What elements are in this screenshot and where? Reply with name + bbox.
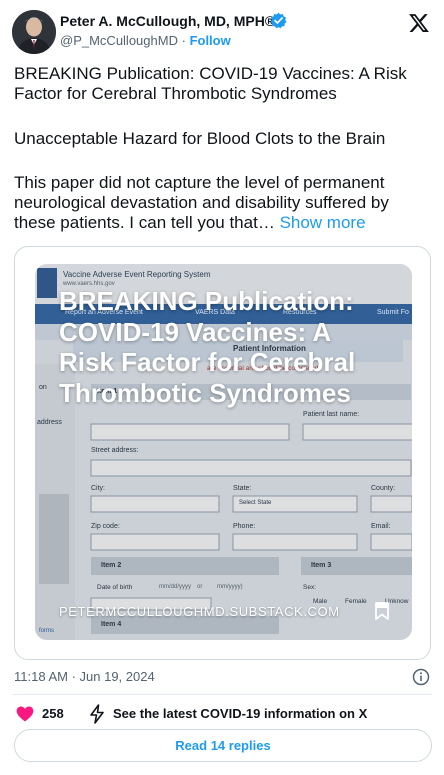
link-card-image: Vaccine Adverse Event Reporting System w…	[35, 264, 412, 640]
vaers-email-label: Email:	[371, 523, 391, 530]
show-more-link[interactable]: Show more	[280, 213, 366, 232]
vaers-side-label: address	[37, 419, 62, 426]
author-handle-row: @P_McCulloughMD · Follow	[60, 33, 231, 48]
tweet-text-subheadline: Unacceptable Hazard for Blood Clots to t…	[14, 129, 386, 148]
vaers-dob-or: or	[197, 584, 203, 590]
like-count[interactable]: 258	[42, 706, 64, 721]
tweet-text-body: This paper did not capture the level of …	[14, 173, 434, 233]
vaers-county-label: County:	[371, 485, 396, 492]
vaers-sex-label: Sex:	[303, 584, 317, 591]
card-domain: PETERMCCULLOUGHMD.SUBSTACK.COM	[59, 604, 340, 619]
vaers-dob-format-2: mm/yyyy)	[217, 584, 243, 590]
vaers-zip-label: Zip code:	[91, 523, 120, 530]
lightning-bolt-icon[interactable]	[88, 704, 106, 724]
heart-icon[interactable]	[15, 704, 35, 724]
divider	[12, 694, 432, 695]
follow-button[interactable]: Follow	[190, 33, 231, 48]
info-icon[interactable]	[412, 668, 430, 686]
vaers-state-select: Select State	[239, 500, 272, 506]
vaers-dob-format: mm/dd/yyyy	[159, 584, 192, 590]
tweet-text-headline: BREAKING Publication: COVID-19 Vaccines:…	[14, 64, 407, 103]
vaers-state-label: State:	[233, 485, 252, 492]
bookmark-icon	[375, 602, 389, 620]
x-logo-icon[interactable]	[408, 12, 430, 34]
vaers-item-2: Item 2	[101, 562, 122, 569]
author-name[interactable]: Peter A. McCullough, MD, MPH®	[60, 13, 275, 29]
covid-info-link[interactable]: See the latest COVID-19 information on X	[113, 706, 367, 721]
vaers-item-3: Item 3	[311, 562, 332, 569]
vaers-dob-label: Date of birth	[97, 584, 133, 591]
vaers-city-label: City:	[91, 485, 105, 492]
tweet-timestamp[interactable]: 11:18 AM · Jun 19, 2024	[14, 669, 155, 684]
handle-separator: ·	[181, 33, 186, 48]
card-overlay-title: BREAKING Publication: COVID-19 Vaccines:…	[59, 286, 356, 408]
vaers-phone-label: Phone:	[233, 523, 256, 530]
vaers-site-title: Vaccine Adverse Event Reporting System	[63, 270, 211, 279]
vaers-last-name-label: Patient last name:	[303, 411, 360, 418]
vaers-sex-female: Female	[345, 598, 367, 605]
vaers-side-label: on	[39, 384, 47, 391]
vaers-forms-link: forms	[39, 628, 54, 634]
vaers-street-label: Street address:	[91, 447, 139, 454]
author-handle[interactable]: @P_McCulloughMD	[60, 33, 178, 48]
read-replies-button[interactable]: Read 14 replies	[14, 729, 432, 762]
vaers-item-4: Item 4	[101, 621, 122, 628]
verified-badge-icon	[270, 12, 287, 29]
link-card[interactable]: Vaccine Adverse Event Reporting System w…	[14, 246, 431, 660]
author-avatar[interactable]	[12, 10, 56, 54]
